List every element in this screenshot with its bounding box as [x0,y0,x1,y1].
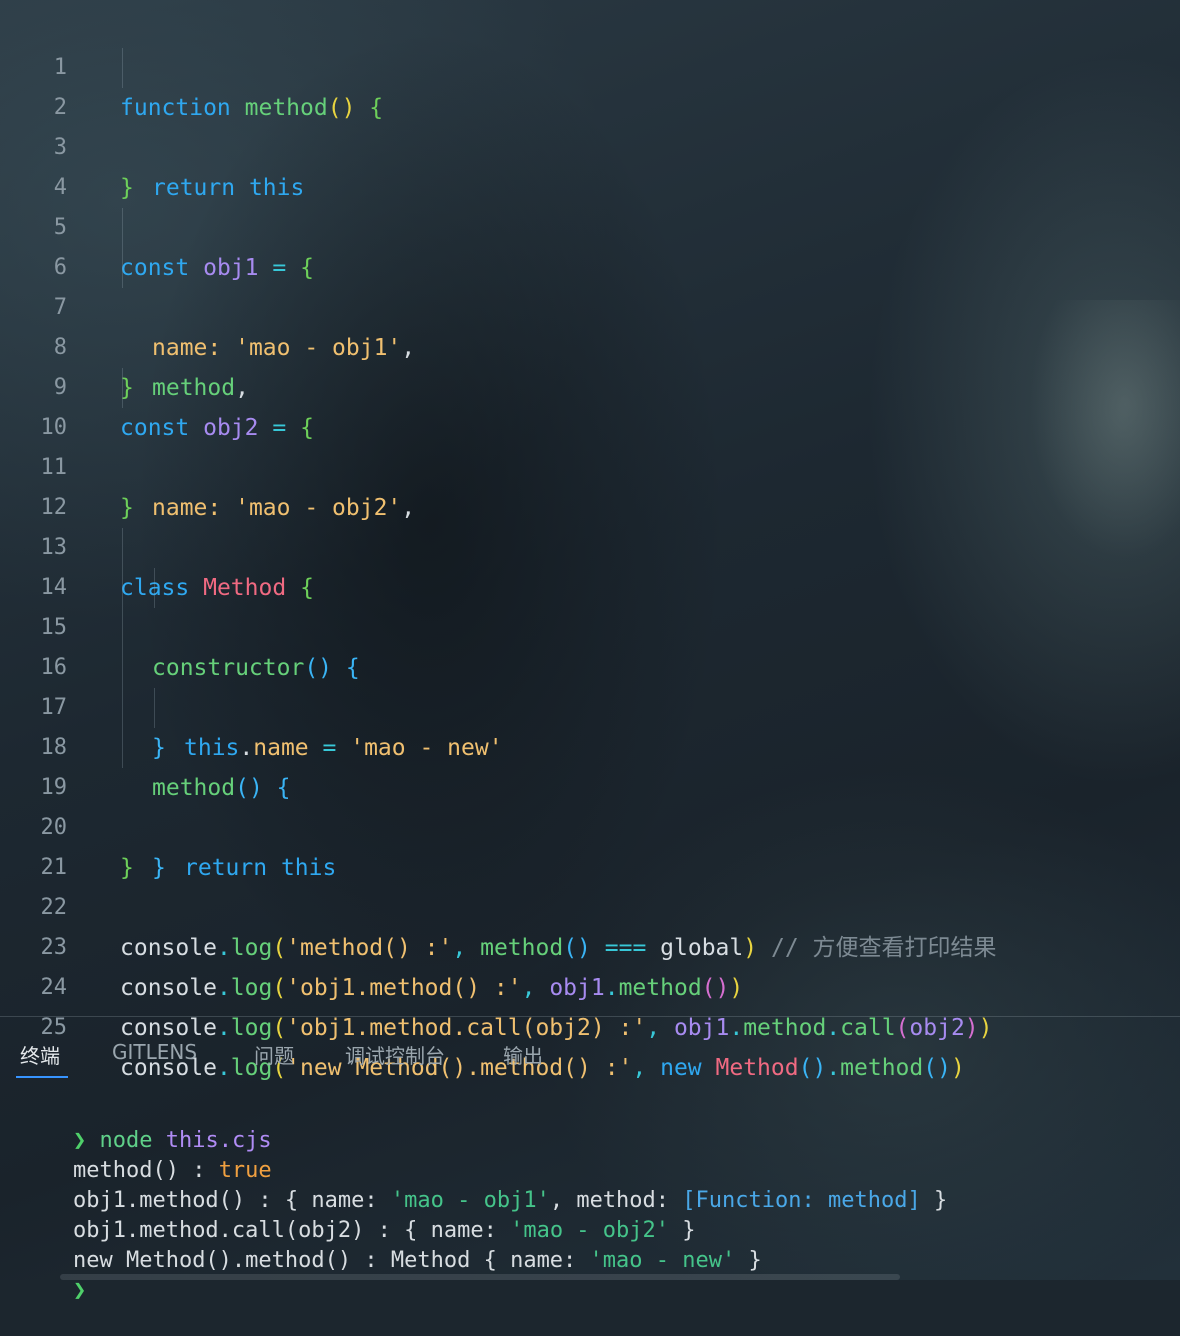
code-line: 13 class Method { [0,488,1180,601]
code-line: 25 console.log('new Method().method() :'… [0,968,1180,1081]
tab-terminal[interactable]: 终端 [20,1040,60,1069]
code-line: 18 return this [0,688,1180,881]
code-line: 5 const obj1 = { [0,168,1180,281]
tab-output[interactable]: 输出 [503,1040,543,1069]
code-line: 10 name: 'mao - obj2', [0,368,1180,521]
code-line: 22 console.log('method() :', method() ==… [0,848,1180,961]
code-line: 3 } [0,88,1180,201]
code-line: 19 } [0,728,1180,881]
code-line: 4 [0,128,1180,200]
tab-problems[interactable]: 问题 [254,1040,294,1069]
code-line: 23 console.log('obj1.method() :', obj1.m… [0,888,1180,1001]
code-line: 2 return this [0,48,1180,201]
terminal-line: method() : true [72,1158,272,1183]
code-line: 20 } [0,768,1180,881]
code-line: 21 [0,808,1180,880]
terminal-line: obj1.method.call(obj2) : { name: 'mao - … [72,1218,696,1243]
prompt-icon: ❯ [72,1278,87,1303]
code-line: 6 name: 'mao - obj1', [0,208,1180,361]
code-line: 8 } [0,288,1180,401]
terminal-line: obj1.method() : { name: 'mao - obj1', me… [72,1188,948,1213]
code-line: 24 console.log('obj1.method.call(obj2) :… [0,928,1180,1041]
code-line: 16 } [0,608,1180,761]
panel-tabs: 终端 GITLENS 问题 调试控制台 输出 [0,1030,1180,1080]
code-line: 7 method, [0,248,1180,401]
terminal-line: new Method().method() : Method { name: '… [72,1248,762,1273]
code-line: 15 this.name = 'mao - new' [0,568,1180,761]
code-editor[interactable]: 1 function method() { 2 return this 3 } … [0,8,1180,1081]
panel-divider[interactable] [0,1016,1180,1017]
tab-debug-console[interactable]: 调试控制台 [345,1040,445,1069]
code-line: 1 function method() { [0,8,1180,121]
code-line: 14 constructor() { [0,528,1180,681]
tab-gitlens[interactable]: GITLENS [112,1040,197,1064]
active-tab-indicator [16,1076,68,1078]
code-line: 11 } [0,408,1180,521]
code-line: 17 method() { [0,648,1180,801]
terminal-line: ❯ node this.cjs [72,1128,272,1153]
code-line: 12 [0,448,1180,520]
code-line: 9 const obj2 = { [0,328,1180,441]
terminal-line: ❯ [20,1246,86,1303]
terminal-output[interactable]: ❯ node this.cjs method() : true obj1.met… [0,1096,1180,1303]
horizontal-scrollbar[interactable] [60,1274,900,1280]
